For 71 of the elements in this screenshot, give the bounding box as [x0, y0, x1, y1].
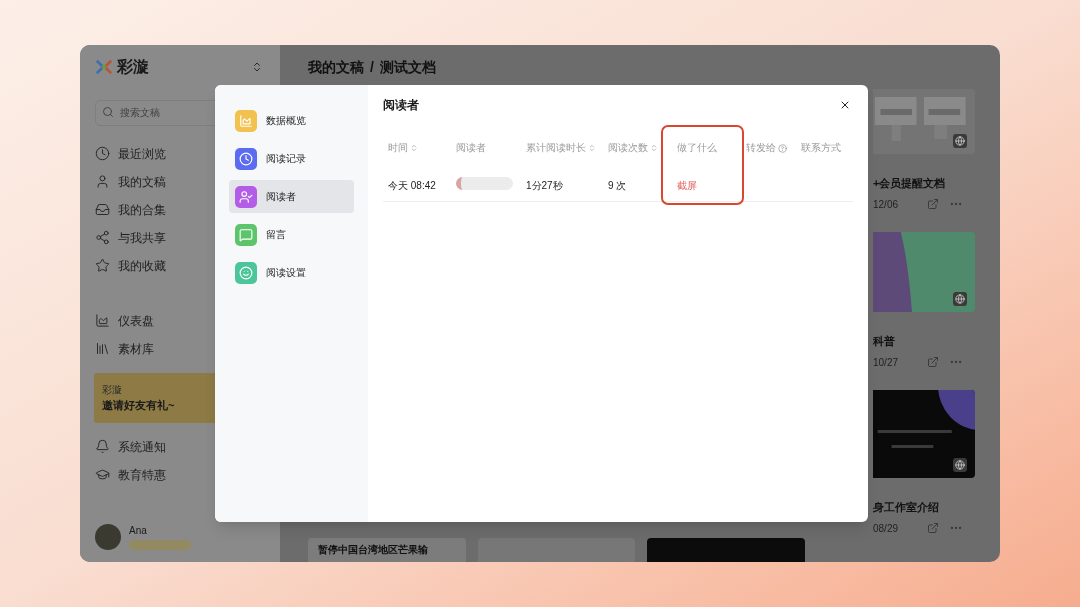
blurred-avatar: [456, 177, 513, 190]
books-icon: [95, 341, 110, 356]
brand-name: 彩漩: [117, 57, 149, 77]
sort-icon: [588, 144, 596, 152]
column-header[interactable]: 做了什么: [677, 140, 717, 156]
menu-label: 阅读设置: [266, 266, 306, 280]
menu-item[interactable]: 留言: [229, 218, 354, 251]
nav-item[interactable]: 我的收藏: [118, 256, 166, 275]
breadcrumb-current: 测试文档: [379, 57, 436, 77]
column-header[interactable]: 阅读次数: [608, 140, 658, 156]
nav-item[interactable]: 我的合集: [118, 200, 166, 219]
avatar[interactable]: [95, 523, 121, 550]
nav-item[interactable]: 与我共享: [118, 228, 166, 247]
member-badge: [129, 540, 191, 550]
search-icon: [102, 106, 114, 118]
inbox-icon: [95, 202, 110, 217]
close-icon[interactable]: [839, 99, 851, 111]
document-title[interactable]: +会员提醒文档: [873, 176, 975, 190]
share-icon: [95, 230, 110, 245]
user-icon: [95, 174, 110, 189]
menu-label: 留言: [266, 228, 286, 242]
column-header[interactable]: 累计阅读时长: [526, 140, 596, 156]
clock-icon: [95, 146, 110, 161]
nav-item[interactable]: 系统通知: [118, 437, 166, 456]
menu-item[interactable]: 阅读者: [229, 180, 354, 213]
sort-icon: [650, 144, 658, 152]
column-header[interactable]: 联系方式: [801, 140, 841, 156]
nav-item[interactable]: 我的文稿: [118, 172, 166, 191]
promo-brand: 彩漩: [102, 382, 123, 397]
action-tag: 截屏: [677, 179, 697, 191]
share-icon[interactable]: [927, 198, 939, 210]
menu-label: 阅读者: [266, 190, 296, 204]
globe-icon: [953, 292, 967, 306]
sort-icon: [410, 144, 418, 152]
nav-item[interactable]: 素材库: [118, 339, 154, 358]
bell-icon: [95, 439, 110, 454]
graduation-cap-icon: [95, 467, 110, 482]
menu-item[interactable]: 阅读记录: [229, 142, 354, 175]
star-icon: [95, 258, 110, 273]
column-header[interactable]: 阅读者: [456, 140, 486, 156]
nav-item[interactable]: 仪表盘: [118, 311, 154, 330]
menu-label: 数据概览: [266, 114, 306, 128]
user-name: Ana: [129, 524, 148, 538]
menu-item[interactable]: 阅读设置: [229, 256, 354, 289]
help-icon: [778, 143, 787, 153]
nav-item[interactable]: 教育特惠: [118, 465, 166, 484]
breadcrumb-separator: /: [370, 57, 374, 77]
document-card[interactable]: 暂停中国台湾地区芒果输: [308, 538, 466, 562]
promo-text: 邀请好友有礼~: [102, 397, 176, 413]
table-cell: 今天 08:42: [388, 179, 436, 191]
chart-icon: [95, 313, 110, 328]
document-date: 12/06: [873, 197, 899, 212]
dialog-title: 阅读者: [383, 97, 419, 114]
table-cell: 9 次: [608, 179, 627, 191]
logo-icon: [95, 58, 113, 76]
nav-item[interactable]: 最近浏览: [118, 144, 166, 163]
column-header[interactable]: 转发给: [746, 140, 787, 156]
share-icon[interactable]: [927, 522, 939, 534]
document-date: 08/29: [873, 521, 899, 536]
menu-label: 阅读记录: [266, 152, 306, 166]
document-title: 暂停中国台湾地区芒果输: [318, 543, 428, 557]
breadcrumb-link[interactable]: 我的文稿: [308, 56, 364, 78]
globe-icon: [953, 458, 967, 472]
document-title[interactable]: 科普: [873, 334, 975, 348]
document-title[interactable]: 身工作室介绍: [873, 500, 975, 514]
globe-icon: [953, 134, 967, 148]
share-icon[interactable]: [927, 356, 939, 368]
document-date: 10/27: [873, 355, 899, 370]
switch-icon[interactable]: [251, 61, 263, 73]
table-cell: 1分27秒: [526, 179, 563, 191]
column-header[interactable]: 时间: [388, 140, 418, 156]
